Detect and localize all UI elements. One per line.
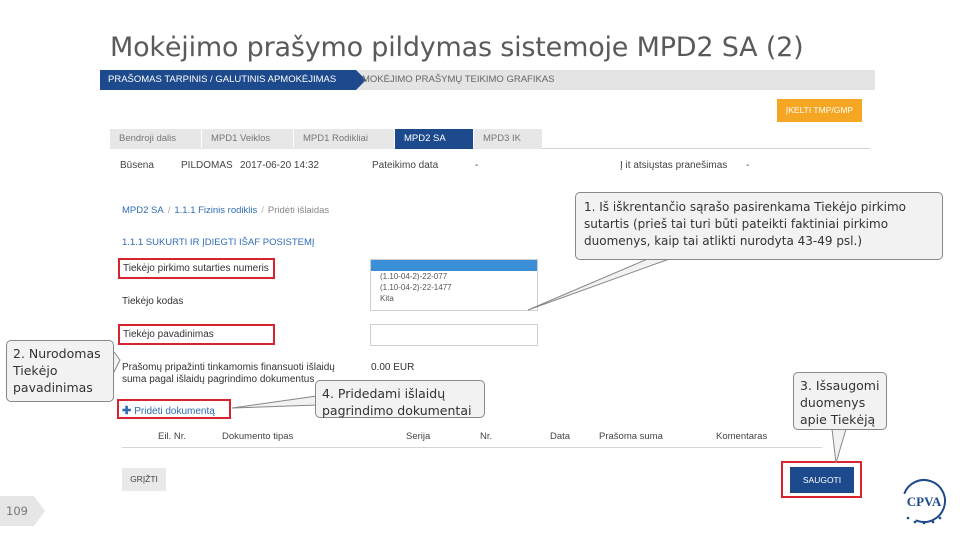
nav-tab-payment-request[interactable]: PRAŠOMAS TARPINIS / GALUTINIS APMOKĖJIMA… — [100, 70, 366, 90]
breadcrumb: MPD2 SA/1.1.1 Fizinis rodiklis / Pridėti i… — [122, 205, 330, 216]
col-amount: Prašoma suma — [599, 431, 663, 442]
submitted-label: Pateikimo data — [372, 160, 439, 171]
tab-mpd1-indicators[interactable]: MPD1 Rodikliai — [294, 129, 394, 149]
highlight-contract — [118, 258, 275, 279]
submitted-value: - — [475, 160, 479, 171]
dropdown-option[interactable]: (1.10-04-2)-22-077 — [371, 271, 537, 282]
logo-text: CPVA — [907, 494, 942, 509]
back-button[interactable]: GRĮŽTI — [122, 468, 166, 491]
tab-mpd1-activities[interactable]: MPD1 Veiklos — [202, 129, 293, 149]
callout-select-contract: 1. Iš iškrentančio sąrašo pasirenkama Ti… — [575, 192, 943, 260]
callout-save: 3. Išsaugomi duomenys apie Tiekėją — [793, 372, 887, 430]
slide-title: Mokėjimo prašymo pildymas sistemoje MPD2… — [110, 32, 804, 63]
status-label: Būsena — [120, 160, 154, 171]
status-value: PILDOMAS — [181, 160, 233, 171]
supplier-code-label: Tiekėjo kodas — [122, 296, 184, 307]
col-series: Serija — [406, 431, 431, 442]
highlight-save — [781, 461, 862, 498]
contract-dropdown[interactable]: (1.10-04-2)-22-077 (1.10-04-2)-22-1477 K… — [370, 259, 538, 311]
breadcrumb-current: Pridėti išlaidas — [267, 205, 330, 216]
cpva-logo-icon: CPVA — [902, 479, 946, 525]
breadcrumb-indicator[interactable]: 1.1.1 Fizinis rodiklis — [174, 205, 257, 216]
col-number: Nr. — [480, 431, 493, 442]
page-number-text: 109 — [6, 504, 28, 518]
callout-supplier-name: 2. Nurodomas Tiekėjo pavadinimas — [6, 340, 114, 402]
col-no: Eil. Nr. — [158, 431, 186, 442]
amount-value: 0.00 EUR — [371, 362, 415, 373]
tab-bar: Bendroji dalis MPD1 Veiklos MPD1 Rodikli… — [110, 129, 870, 149]
dropdown-option[interactable]: Kita — [371, 293, 537, 304]
documents-table-header: Eil. Nr. Dokumento tipas Serija Nr. Data… — [122, 428, 822, 448]
callout-add-documents: 4. Pridedami išlaidų pagrindimo dokument… — [315, 380, 485, 418]
top-navigation: PRAŠOMAS TARPINIS / GALUTINIS APMOKĖJIMA… — [100, 70, 875, 90]
tab-general[interactable]: Bendroji dalis — [110, 129, 201, 149]
highlight-add-document — [117, 399, 231, 419]
col-date: Data — [550, 431, 571, 442]
message-label: Į it atsiųstas pranešimas — [620, 160, 728, 171]
supplier-name-input[interactable] — [370, 324, 538, 346]
nav-tab-schedule[interactable]: MOKĖJIMO PRAŠYMŲ TEIKIMO GRAFIKAS — [356, 70, 656, 90]
cpva-logo: CPVA — [895, 477, 953, 527]
status-row: Būsena PILDOMAS 2017-06-20 14:32 Pateiki… — [120, 160, 860, 176]
dropdown-selected-highlight — [371, 260, 537, 271]
col-doc-type: Dokumento tipas — [222, 431, 294, 442]
dropdown-option[interactable]: (1.10-04-2)-22-1477 — [371, 282, 537, 293]
tab-mpd2-sa[interactable]: MPD2 SA — [395, 129, 473, 149]
col-comment: Komentaras — [716, 431, 768, 442]
section-title: 1.1.1 SUKURTI IR ĮDIEGTI IŠAF POSISTEMĮ — [122, 237, 315, 248]
upload-button[interactable]: ĮKELTI TMP/GMP — [777, 99, 862, 122]
app-window: PRAŠOMAS TARPINIS / GALUTINIS APMOKĖJIMA… — [100, 70, 875, 515]
status-date: 2017-06-20 14:32 — [240, 160, 319, 171]
message-value: - — [746, 160, 750, 171]
page-number: 109 — [0, 496, 46, 526]
tab-mpd3-ik[interactable]: MPD3 IK — [474, 129, 542, 149]
highlight-supplier-name — [118, 324, 275, 345]
breadcrumb-mpd2[interactable]: MPD2 SA — [122, 205, 164, 216]
